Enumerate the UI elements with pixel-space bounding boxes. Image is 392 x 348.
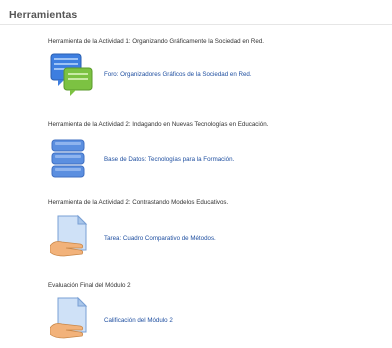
grade-icon[interactable] [49, 296, 94, 340]
assignment-icon[interactable] [49, 214, 94, 258]
database-icon[interactable] [50, 138, 94, 182]
activity-description: Herramienta de la Actividad 2: Indagando… [48, 121, 269, 128]
activity-description: Evaluación Final del Módulo 2 [48, 282, 131, 289]
title-divider [0, 24, 392, 25]
block-title: Herramientas [9, 9, 78, 21]
activity-description: Herramienta de la Actividad 2: Contrasta… [48, 199, 229, 206]
assignment-link[interactable]: Tarea: Cuadro Comparativo de Métodos. [104, 235, 216, 242]
database-link[interactable]: Base de Datos: Tecnologías para la Forma… [104, 156, 234, 163]
activity-description: Herramienta de la Actividad 1: Organizan… [48, 38, 264, 45]
forum-icon[interactable] [50, 52, 94, 96]
grade-link[interactable]: Calificación del Módulo 2 [104, 317, 173, 324]
forum-link[interactable]: Foro: Organizadores Gráficos de la Socie… [104, 71, 252, 78]
